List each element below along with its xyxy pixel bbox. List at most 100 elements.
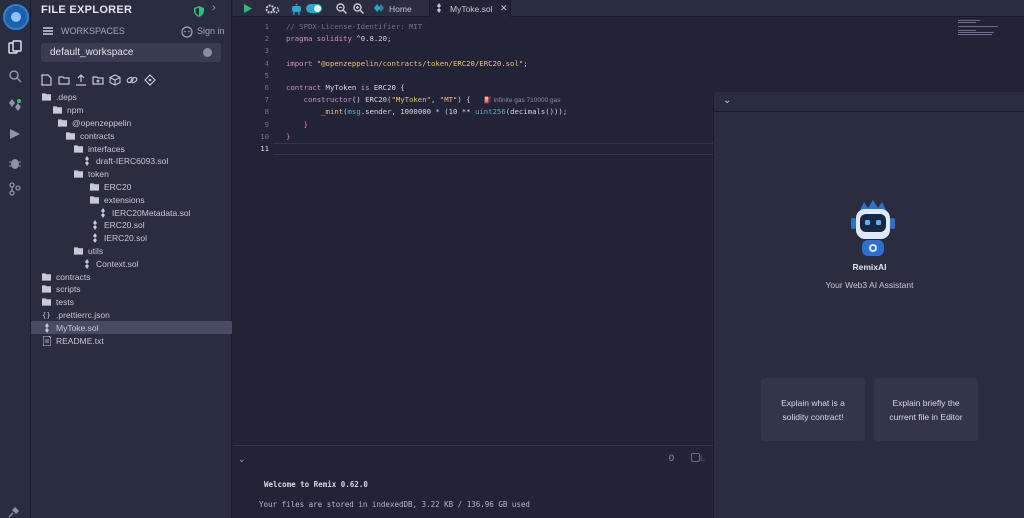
line-number-gutter: 1 2 3 4 5 6 7 8 9 10 11 <box>233 21 273 155</box>
suggestion-explain-current-file[interactable]: Explain briefly the current file in Edit… <box>874 378 978 441</box>
tree-folder[interactable]: contracts <box>31 129 232 142</box>
line-number: 2 <box>264 34 269 44</box>
tree-item-label: tests <box>56 297 74 308</box>
tree-item-label: @openzeppelin <box>72 117 132 128</box>
tab-home-label: Home <box>389 3 412 14</box>
ai-toggle[interactable] <box>306 2 322 15</box>
folder-icon <box>42 298 51 307</box>
folder-icon <box>53 106 62 115</box>
tree-file[interactable]: IERC20.sol <box>31 232 232 245</box>
pending-tx-count: 0 <box>669 453 675 463</box>
tree-folder[interactable]: token <box>31 168 232 181</box>
debugger-icon[interactable] <box>6 154 24 172</box>
line-number: 5 <box>264 70 269 80</box>
listen-checkbox[interactable] <box>691 453 700 462</box>
tree-item-label: utils <box>88 245 104 256</box>
toggle-switch[interactable] <box>306 4 322 13</box>
ai-panel-header: ⌄ <box>714 92 1024 112</box>
code-line: pragma solidity ^0.8.20; <box>286 34 392 44</box>
run-script-icon[interactable] <box>243 2 253 15</box>
tree-file[interactable]: Context.sol <box>31 257 232 270</box>
workspace-select[interactable]: default_workspace <box>41 43 221 62</box>
tree-item-label: IERC20.sol <box>104 233 147 244</box>
line-number: 3 <box>264 46 269 56</box>
file-explorer-panel: FILE EXPLORER › WORKSPACES Sign in defau… <box>31 0 232 518</box>
collapse-terminal-icon[interactable]: ⌄ <box>238 454 246 465</box>
upload-folder-icon[interactable] <box>92 73 104 85</box>
code-line: constructor() ERC20("MyToken", "MT") { ⛽… <box>303 95 561 105</box>
tree-file[interactable]: MyToke.sol <box>31 321 232 335</box>
tree-folder[interactable]: scripts <box>31 283 232 296</box>
remix-ide: FILE EXPLORER › WORKSPACES Sign in defau… <box>0 0 1024 518</box>
deploy-run-icon[interactable] <box>6 125 24 143</box>
tree-folder[interactable]: npm <box>31 104 232 117</box>
tree-file[interactable]: draft-IERC6093.sol <box>31 155 232 168</box>
upload-file-icon[interactable] <box>75 73 87 86</box>
tree-item-label: MyToke.sol <box>56 322 99 333</box>
new-file-icon[interactable] <box>41 73 53 86</box>
tree-item-label: Context.sol <box>96 258 139 269</box>
tree-folder[interactable]: tests <box>31 296 232 309</box>
folder-icon <box>74 246 83 255</box>
file-explorer-icon[interactable] <box>6 38 24 56</box>
tree-file[interactable]: ERC20.sol <box>31 219 232 232</box>
link-icon[interactable] <box>126 73 138 85</box>
search-icon[interactable] <box>6 67 24 85</box>
close-icon[interactable]: ✕ <box>500 3 508 14</box>
tree-folder[interactable]: interfaces <box>31 142 232 155</box>
git-icon[interactable] <box>6 180 24 198</box>
tree-item-label: contracts <box>80 130 115 141</box>
plugin-manager-icon[interactable] <box>8 505 20 518</box>
folder-icon <box>42 272 51 281</box>
tree-folder[interactable]: extensions <box>31 193 232 206</box>
tree-item-label: npm <box>67 105 84 116</box>
new-folder-icon[interactable] <box>58 73 70 85</box>
terminal-welcome: Welcome to Remix 0.62.0 <box>264 480 368 489</box>
tree-file[interactable]: README.txt <box>31 334 232 347</box>
editor-minimap[interactable] <box>955 17 1024 92</box>
menu-icon[interactable] <box>43 27 53 35</box>
code-line: _mint(msg.sender, 1000000 * (10 ** uint2… <box>321 107 568 117</box>
line-number: 10 <box>260 131 269 141</box>
minimap-line <box>958 32 994 33</box>
collapse-panel-icon[interactable]: ⌄ <box>723 95 731 106</box>
workspaces-label: WORKSPACES <box>61 26 125 36</box>
tab-mytoke-sol[interactable]: MyToke.sol ✕ <box>429 0 511 17</box>
solidity-compiler-icon[interactable] <box>6 96 24 114</box>
git-diamond-icon[interactable] <box>144 73 156 86</box>
cube-icon[interactable] <box>109 73 121 86</box>
shield-icon[interactable] <box>194 4 204 17</box>
solidity-file-icon <box>90 220 99 231</box>
tree-folder[interactable]: @openzeppelin <box>31 117 232 130</box>
code-line: // SPDX-License-Identifier: MIT <box>286 22 423 31</box>
zoom-in-icon[interactable] <box>353 2 364 15</box>
tree-item-label: .deps <box>56 92 77 103</box>
tab-home[interactable]: Home <box>372 0 432 17</box>
code-editor[interactable]: 1 2 3 4 5 6 7 8 9 10 11 // SPDX-License-Identifier… <box>233 17 713 445</box>
tree-item-label: IERC20Metadata.sol <box>112 207 191 218</box>
code-content[interactable]: // SPDX-License-Identifier: MIT pragma s… <box>286 21 716 155</box>
folder-icon <box>66 131 75 140</box>
solidity-file-icon <box>98 207 107 218</box>
suggestion-explain-contract[interactable]: Explain what is a solidity contract! <box>761 378 865 441</box>
minimap-line <box>958 30 976 31</box>
tree-file[interactable]: IERC20Metadata.sol <box>31 206 232 219</box>
tree-file[interactable]: {} .prettierrc.json <box>31 309 232 322</box>
tree-folder[interactable]: ERC20 <box>31 181 232 194</box>
file-tree: .deps npm @openzeppelin contracts interfaces… <box>31 91 232 347</box>
tree-folder[interactable]: .deps <box>31 91 232 104</box>
chevron-right-icon[interactable]: › <box>212 2 216 14</box>
compile-settings-icon[interactable] <box>265 2 280 15</box>
remix-logo-icon[interactable] <box>3 4 29 30</box>
signin-button[interactable]: Sign in <box>197 26 225 36</box>
zoom-out-icon[interactable] <box>336 2 347 15</box>
ai-bot-icon[interactable] <box>291 2 302 15</box>
solidity-file-icon <box>42 322 51 333</box>
tab-file-label: MyToke.sol <box>450 3 493 14</box>
ai-assistant-name: RemixAI <box>852 262 887 272</box>
tree-folder[interactable]: utils <box>31 245 232 258</box>
folder-icon <box>42 285 51 294</box>
tree-folder[interactable]: contracts <box>31 270 232 283</box>
minimap-line <box>958 22 976 23</box>
github-icon[interactable] <box>181 25 193 38</box>
